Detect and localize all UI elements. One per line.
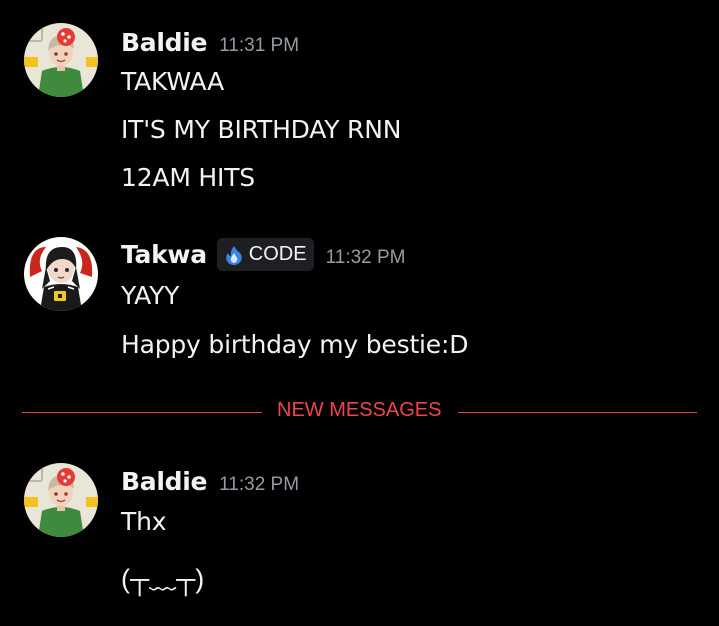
avatar[interactable] [24,23,98,97]
new-messages-divider-left [22,412,262,413]
baldie-avatar-image [24,463,98,537]
username[interactable]: Baldie [121,467,207,496]
message-text: YAYY [121,281,180,310]
new-messages-label: NEW MESSAGES [277,399,442,421]
timestamp[interactable]: 11:32 PM [326,247,406,269]
message-header: Baldie 11:31 PM [121,28,299,57]
avatar[interactable] [24,237,98,311]
message-text: TAKWAA [121,67,224,96]
avatar[interactable] [24,463,98,537]
message-header: Baldie 11:32 PM [121,467,299,496]
message-text: IT'S MY BIRTHDAY RNN [121,115,402,144]
message-text: Happy birthday my bestie:D [121,330,469,359]
message-text: (┬﹏┬) [121,564,205,594]
new-messages-divider-right [458,412,697,413]
server-tag[interactable]: CODE [216,238,314,271]
takwa-avatar-image [24,237,98,311]
username[interactable]: Takwa [121,240,207,269]
message-text: Thx [121,507,167,536]
timestamp[interactable]: 11:32 PM [219,474,299,496]
baldie-avatar-image [24,23,98,97]
message-header: Takwa CODE 11:32 PM [121,238,406,273]
message-text: 12AM HITS [121,163,255,192]
timestamp[interactable]: 11:31 PM [219,35,299,57]
flame-icon [225,245,242,265]
server-tag-label: CODE [248,243,307,265]
username[interactable]: Baldie [121,28,207,57]
